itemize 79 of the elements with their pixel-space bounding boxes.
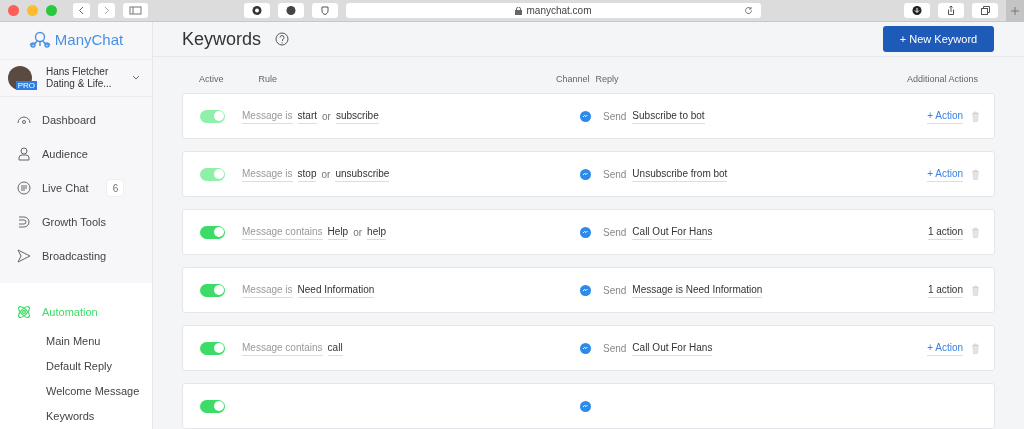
broadcast-icon bbox=[16, 248, 32, 264]
send-label: Send bbox=[603, 225, 627, 240]
send-label: Send bbox=[603, 167, 627, 182]
send-label: Send bbox=[603, 109, 627, 124]
address-bar[interactable]: manychat.com bbox=[346, 3, 761, 18]
lock-icon bbox=[515, 6, 523, 15]
pro-badge: PRO bbox=[15, 80, 37, 90]
chevron-down-icon[interactable] bbox=[132, 75, 140, 81]
reply-link[interactable]: Call Out For Hans bbox=[632, 224, 713, 240]
tabs-icon[interactable] bbox=[972, 3, 998, 18]
toggle-switch[interactable] bbox=[200, 341, 225, 355]
toggle-switch[interactable] bbox=[200, 283, 225, 297]
keyword-text[interactable]: call bbox=[327, 340, 343, 356]
messenger-icon bbox=[580, 284, 591, 296]
submenu-item[interactable]: Keywords bbox=[0, 404, 95, 429]
submenu-item[interactable]: Main Menu bbox=[0, 329, 101, 354]
nav-item[interactable]: Growth Tools bbox=[42, 213, 106, 231]
logo-text: ManyChat bbox=[54, 30, 124, 50]
column-header: Channel bbox=[555, 72, 591, 86]
keyword-text[interactable]: Need Information bbox=[297, 282, 375, 298]
page-title: Keywords bbox=[182, 27, 262, 51]
keyword-text[interactable]: help bbox=[367, 224, 386, 240]
column-header: Rule bbox=[257, 72, 278, 86]
messenger-icon bbox=[580, 400, 591, 412]
trash-icon[interactable] bbox=[971, 284, 980, 296]
action-count-link[interactable]: 1 action bbox=[927, 282, 963, 298]
back-icon[interactable] bbox=[73, 3, 90, 18]
extension-icon[interactable] bbox=[278, 3, 304, 18]
trash-icon[interactable] bbox=[971, 342, 980, 354]
new-tab-icon[interactable] bbox=[1006, 0, 1024, 22]
sidebar-icon[interactable] bbox=[123, 3, 148, 18]
reply-link[interactable]: Message is Need Information bbox=[632, 282, 763, 298]
download-icon[interactable] bbox=[904, 3, 930, 18]
count-badge: 6 bbox=[106, 179, 125, 197]
messenger-icon bbox=[580, 110, 591, 122]
trash-icon[interactable] bbox=[971, 110, 980, 122]
toggle-switch[interactable] bbox=[200, 399, 225, 413]
joiner-text: or bbox=[353, 225, 363, 240]
action-count-link[interactable]: 1 action bbox=[927, 224, 963, 240]
send-label: Send bbox=[603, 341, 627, 356]
url-text: manychat.com bbox=[526, 4, 592, 18]
chat-icon bbox=[16, 180, 32, 196]
submenu-item[interactable]: Welcome Message bbox=[0, 379, 140, 404]
automation-icon bbox=[16, 304, 32, 320]
trash-icon[interactable] bbox=[971, 168, 980, 180]
extension-icon[interactable] bbox=[244, 3, 270, 18]
add-action-link[interactable]: + Action bbox=[927, 340, 963, 356]
maximize-icon[interactable] bbox=[46, 5, 57, 16]
shield-icon[interactable] bbox=[312, 3, 338, 18]
joiner-text: or bbox=[322, 109, 331, 124]
messenger-icon bbox=[580, 226, 591, 238]
column-header: Active bbox=[198, 72, 225, 86]
growth-icon bbox=[16, 214, 32, 230]
trash-icon[interactable] bbox=[971, 226, 980, 238]
page-name: Dating & Life... bbox=[46, 77, 112, 90]
help-icon[interactable] bbox=[275, 32, 290, 46]
octopus-logo-icon bbox=[28, 31, 51, 50]
reply-link[interactable]: Call Out For Hans bbox=[632, 340, 713, 356]
minimize-icon[interactable] bbox=[27, 5, 38, 16]
keyword-text[interactable]: Help bbox=[327, 224, 349, 240]
nav-item[interactable]: Audience bbox=[42, 145, 88, 163]
share-icon[interactable] bbox=[938, 3, 964, 18]
column-header: Additional Actions bbox=[906, 72, 979, 86]
close-icon[interactable] bbox=[8, 5, 19, 16]
messenger-icon bbox=[580, 342, 591, 354]
audience-icon bbox=[16, 146, 32, 162]
account-name: Hans Fletcher bbox=[46, 65, 110, 78]
submenu-item[interactable]: Default Reply bbox=[0, 354, 113, 379]
send-label: Send bbox=[603, 283, 627, 298]
new-keyword-button[interactable]: + New Keyword bbox=[883, 26, 994, 52]
forward-icon[interactable] bbox=[98, 3, 115, 18]
column-header: Reply bbox=[594, 72, 620, 86]
messenger-icon bbox=[580, 168, 591, 180]
reload-icon[interactable] bbox=[744, 6, 753, 15]
nav-item[interactable]: Live Chat bbox=[42, 179, 89, 197]
toggle-switch[interactable] bbox=[200, 225, 225, 239]
nav-item[interactable]: Dashboard bbox=[42, 111, 96, 129]
nav-item[interactable]: Broadcasting bbox=[42, 247, 107, 265]
joiner-text: or bbox=[321, 167, 331, 182]
